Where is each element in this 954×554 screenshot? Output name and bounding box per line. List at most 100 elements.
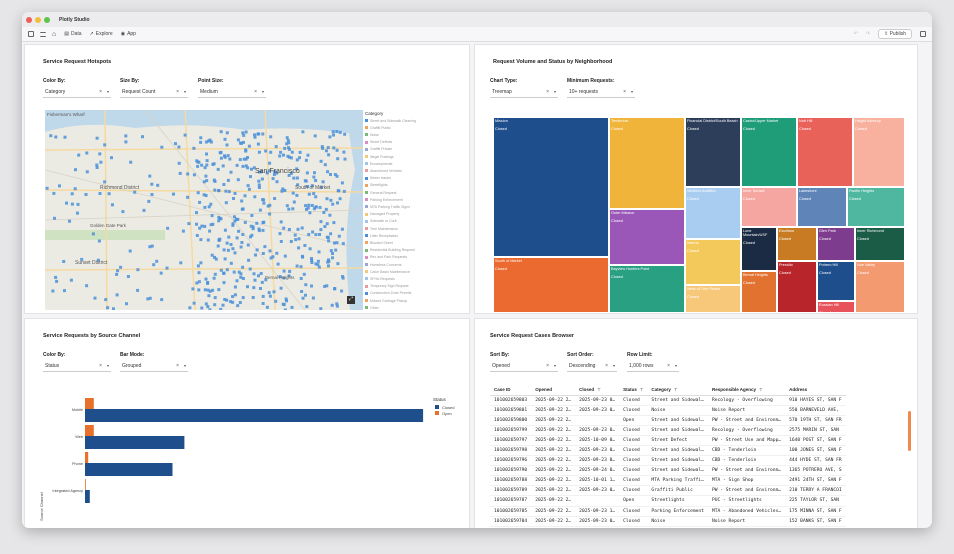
redo-icon[interactable]: ↷ bbox=[866, 31, 870, 37]
table-row[interactable]: 101002659800 2025-09-22 2… Open Street and … bbox=[490, 415, 846, 426]
legend-item[interactable]: Sidewalk or Curb bbox=[365, 219, 397, 224]
chart-type-dropdown[interactable]: Treemap × ▾ bbox=[490, 87, 558, 98]
legend-item[interactable]: Catch Basin Maintenance bbox=[365, 269, 410, 274]
column-header[interactable]: Responsible Agency ⊤ bbox=[707, 385, 786, 396]
bar-open[interactable] bbox=[85, 425, 94, 436]
point-size-dropdown[interactable]: Medium × ▾ bbox=[198, 87, 266, 98]
table-row[interactable]: 101002659787 2025-09-22 2… Open Streetlight… bbox=[490, 495, 846, 507]
treemap-tile[interactable]: Lakeshore Closed bbox=[797, 187, 847, 227]
legend-item[interactable]: Abandoned Vehicles bbox=[365, 168, 402, 173]
treemap-tile[interactable]: Excelsior Closed bbox=[777, 227, 817, 261]
clear-icon[interactable]: × bbox=[546, 363, 549, 369]
clear-icon[interactable]: × bbox=[605, 363, 608, 369]
treemap-tile[interactable]: Financial District/South Beach Closed bbox=[685, 117, 741, 187]
treemap-tile[interactable]: Inner Sunset Closed bbox=[741, 187, 797, 227]
treemap-tile[interactable]: Western Addition Closed bbox=[685, 187, 741, 239]
clear-icon[interactable]: × bbox=[176, 363, 179, 369]
filter-icon[interactable]: ⊤ bbox=[597, 387, 600, 392]
treemap-tile[interactable]: Castro/Upper Market Closed bbox=[741, 117, 797, 187]
table-row[interactable]: 101002659797 2025-09-22 2… 2025-10-09 0… Cl… bbox=[490, 435, 846, 446]
table-row[interactable]: 101002659801 2025-09-22 2… 2025-09-23 0… Cl… bbox=[490, 405, 846, 416]
legend-item[interactable]: Streetlights bbox=[365, 183, 388, 188]
legend-item[interactable]: Tree Maintenance bbox=[365, 226, 398, 231]
close-window-button[interactable] bbox=[26, 16, 32, 23]
table-row[interactable]: 101002659789 2025-09-22 2… 2025-09-23 0… Cl… bbox=[490, 485, 846, 497]
nav-explore[interactable]: ↗ Explore bbox=[90, 31, 113, 37]
legend-item[interactable]: Graffiti Private bbox=[365, 147, 392, 152]
filter-icon[interactable]: ⊤ bbox=[759, 387, 762, 392]
treemap-tile[interactable]: South of Market Closed bbox=[493, 257, 609, 313]
treemap-tile[interactable]: Bernal Heights Closed bbox=[741, 271, 777, 313]
treemap-tile[interactable]: Glen Park Closed bbox=[817, 227, 855, 261]
sidebar-toggle-icon[interactable] bbox=[28, 31, 34, 37]
table-row[interactable]: 101002659796 2025-09-22 2… 2025-09-23 0… Cl… bbox=[490, 455, 846, 467]
legend-item[interactable]: Blocked Street bbox=[365, 240, 393, 245]
treemap-tile[interactable]: Bayview Hunters Point Closed bbox=[609, 265, 685, 313]
column-header[interactable]: Case ID bbox=[490, 385, 532, 396]
bar-closed[interactable] bbox=[85, 490, 90, 503]
clear-icon[interactable]: × bbox=[623, 89, 626, 95]
size-by-dropdown[interactable]: Request Count × ▾ bbox=[120, 87, 188, 98]
treemap-tile[interactable]: Noe Valley Closed bbox=[855, 261, 905, 313]
treemap-tile[interactable]: Outer Mission Closed bbox=[609, 209, 685, 265]
bar-mode-dropdown[interactable]: Grouped × ▾ bbox=[120, 361, 188, 372]
treemap-tile[interactable]: Marina Closed bbox=[685, 239, 741, 285]
panel-toggle-icon[interactable] bbox=[920, 31, 926, 37]
sort-by-dropdown[interactable]: Opened × ▾ bbox=[490, 361, 558, 372]
source-bar-chart[interactable]: Mobile Web Phone Integrated Agency Status Clo… bbox=[25, 381, 470, 528]
bar-closed[interactable] bbox=[85, 436, 185, 449]
legend-item[interactable]: Damaged Property bbox=[365, 212, 399, 217]
column-header[interactable]: Opened bbox=[531, 385, 576, 396]
legend-item[interactable]: Other bbox=[365, 305, 379, 310]
legend-item[interactable]: Litter Receptacles bbox=[365, 233, 398, 238]
legend-item[interactable]: Illegal Postings bbox=[365, 154, 394, 159]
treemap-tile[interactable]: Inner Richmond Closed bbox=[855, 227, 905, 261]
treemap-tile[interactable]: Potrero Hill Closed bbox=[817, 261, 855, 301]
maximize-window-button[interactable] bbox=[44, 16, 50, 23]
legend-item[interactable]: MTA Parking Traffic Signs bbox=[365, 204, 410, 209]
legend-item[interactable]: General Request bbox=[365, 190, 396, 195]
legend-item[interactable]: Residential Building Request bbox=[365, 248, 415, 253]
table-row[interactable]: 1010026597832025-09-22 2…2025-09-23 1…Cl… bbox=[490, 526, 846, 528]
undo-icon[interactable]: ↶ bbox=[854, 31, 858, 37]
bar-open[interactable] bbox=[85, 398, 94, 409]
color-by-dropdown[interactable]: Category × ▾ bbox=[43, 87, 111, 98]
legend-item[interactable]: Construction Zone Permits bbox=[365, 291, 411, 296]
treemap-chart[interactable]: Mission Closed Tenderloin Closed Financial D… bbox=[493, 117, 909, 313]
table-row[interactable]: 101002659798 2025-09-22 2… 2025-09-23 0… Cl… bbox=[490, 445, 846, 457]
home-icon[interactable]: ⌂ bbox=[52, 31, 56, 38]
bar-legend-label[interactable]: Closed bbox=[442, 405, 454, 410]
treemap-tile[interactable]: Mission Closed bbox=[493, 117, 609, 257]
treemap-tile[interactable]: Presidio Closed bbox=[777, 261, 817, 313]
bar-legend-label[interactable]: Open bbox=[442, 411, 452, 416]
legend-item[interactable]: Street and Sidewalk Cleaning bbox=[365, 118, 416, 123]
bar-open[interactable] bbox=[85, 452, 89, 463]
filter-icon[interactable]: ⊤ bbox=[674, 387, 677, 392]
treemap-tile[interactable]: Pacific Heights Closed bbox=[847, 187, 905, 227]
map-fullscreen-icon[interactable]: ⤢ bbox=[347, 296, 355, 304]
filter-icon[interactable]: ⊤ bbox=[640, 387, 643, 392]
clear-icon[interactable]: × bbox=[667, 363, 670, 369]
column-header[interactable]: Category ⊤ bbox=[647, 385, 708, 396]
table-row[interactable]: 101002659788 2025-09-22 2… 2025-10-01 1… Cl… bbox=[490, 475, 846, 487]
nav-data[interactable]: ▤ Data bbox=[64, 31, 81, 37]
legend-item[interactable]: Encampments bbox=[365, 161, 392, 166]
clear-icon[interactable]: × bbox=[176, 89, 179, 95]
treemap-tile[interactable]: Nob Hill Closed bbox=[797, 117, 853, 187]
bar-closed[interactable] bbox=[85, 409, 424, 422]
column-header[interactable]: Address bbox=[785, 385, 846, 396]
legend-item[interactable]: SFHA Requests bbox=[365, 276, 395, 281]
clear-icon[interactable]: × bbox=[546, 89, 549, 95]
nav-app[interactable]: ◉ App bbox=[121, 31, 136, 37]
treemap-tile[interactable]: Tenderloin Closed bbox=[609, 117, 685, 209]
minimize-window-button[interactable] bbox=[35, 16, 41, 23]
legend-item[interactable]: Noise bbox=[365, 132, 379, 137]
clear-icon[interactable]: × bbox=[99, 89, 102, 95]
clear-icon[interactable]: × bbox=[254, 89, 257, 95]
column-header[interactable]: Closed ⊤ bbox=[575, 385, 620, 396]
table-scrollbar[interactable] bbox=[908, 411, 911, 451]
bar-open[interactable] bbox=[85, 479, 86, 490]
row-limit-dropdown[interactable]: 1,000 rows × ▾ bbox=[627, 361, 679, 372]
legend-item[interactable]: Sewer Issues bbox=[365, 176, 391, 181]
legend-item[interactable]: Graffiti Public bbox=[365, 125, 391, 130]
